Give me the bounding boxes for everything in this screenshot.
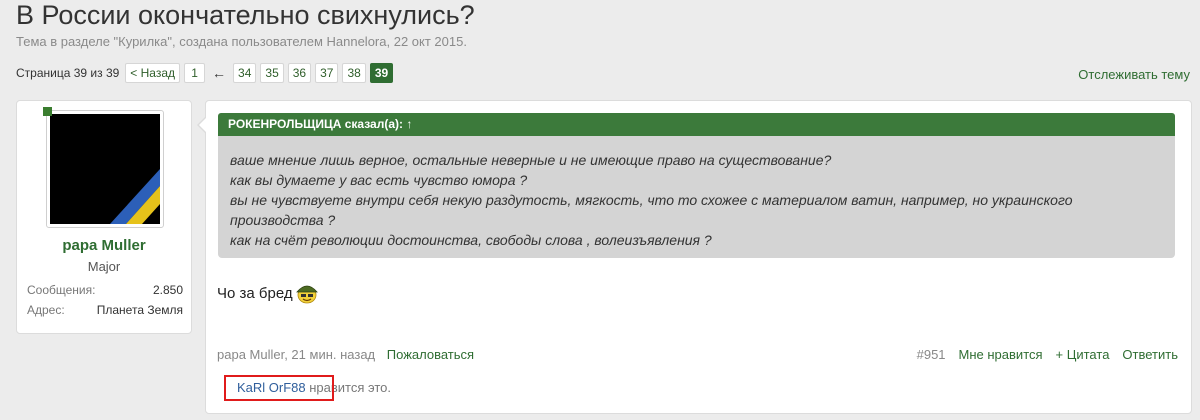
page-title: В России окончательно свихнулись? xyxy=(16,0,475,30)
watch-thread-link[interactable]: Отслеживать тему xyxy=(1078,67,1190,82)
stat-value: 2.850 xyxy=(152,283,183,297)
message-pointer-inner xyxy=(199,117,207,133)
post-text: Чо за бред xyxy=(217,284,293,302)
quote-line: ваше мнение лишь верное, остальные невер… xyxy=(230,152,832,168)
post-actions: #951 Мне нравится + Цитата Ответить xyxy=(917,347,1178,362)
user-rank: Major xyxy=(87,259,121,274)
like-button[interactable]: Мне нравится xyxy=(959,347,1043,362)
page-37-button[interactable]: 37 xyxy=(315,63,339,83)
quote-line: вы не чувствуете внутри себя некую разду… xyxy=(230,192,1073,208)
ukraine-ribbon-icon xyxy=(110,169,160,224)
user-stat-messages: Сообщения: 2.850 xyxy=(27,283,183,297)
online-status-icon xyxy=(43,107,52,116)
smiley-army-helmet-icon xyxy=(295,285,318,304)
page-34-button[interactable]: 34 xyxy=(233,63,257,83)
current-page-button[interactable]: 39 xyxy=(369,63,394,83)
post-author-date[interactable]: papa Muller, 21 мин. назад xyxy=(217,347,375,362)
pagination: Страница 39 из 39 < Назад 1 ← 34 35 36 3… xyxy=(16,63,394,83)
post-meta: papa Muller, 21 мин. назад Пожаловаться xyxy=(217,347,474,362)
jump-arrow-icon[interactable]: ← xyxy=(212,65,226,81)
page-1-button[interactable]: 1 xyxy=(184,63,206,83)
user-card: papa Muller Major Сообщения: 2.850 Адрес… xyxy=(16,100,192,334)
avatar-frame[interactable] xyxy=(46,110,164,228)
quote-line: производства ? xyxy=(230,212,336,228)
stat-label: Сообщения: xyxy=(27,283,96,297)
highlight-annotation-box xyxy=(224,375,334,401)
quote-author-link[interactable]: РОКЕНРОЛЬЩИЦА сказал(а): ↑ xyxy=(218,113,1175,136)
username-link[interactable]: papa Muller xyxy=(17,237,191,254)
report-link[interactable]: Пожаловаться xyxy=(387,347,474,362)
page-38-button[interactable]: 38 xyxy=(342,63,366,83)
thread-subtitle: Тема в разделе "Курилка", создана пользо… xyxy=(16,34,467,49)
quote-body: ваше мнение лишь верное, остальные невер… xyxy=(218,136,1175,258)
page-36-button[interactable]: 36 xyxy=(287,63,312,83)
post-body: Чо за бред xyxy=(217,282,319,304)
stat-value: Планета Земля xyxy=(96,303,183,317)
quote-line: как на счёт революции достоинства, свобо… xyxy=(230,232,712,248)
quote-line: как вы думаете у вас есть чувство юмора … xyxy=(230,172,528,188)
prev-page-button[interactable]: < Назад xyxy=(125,63,181,83)
stat-label: Адрес: xyxy=(27,303,65,317)
reply-button[interactable]: Ответить xyxy=(1122,347,1178,362)
user-stat-location: Адрес: Планета Земля xyxy=(27,303,183,317)
avatar[interactable] xyxy=(50,114,160,224)
quote-button[interactable]: + Цитата xyxy=(1056,347,1110,362)
post-number-link[interactable]: #951 xyxy=(917,347,946,362)
page-indicator: Страница 39 из 39 xyxy=(16,66,120,80)
page-35-button[interactable]: 35 xyxy=(260,63,284,83)
